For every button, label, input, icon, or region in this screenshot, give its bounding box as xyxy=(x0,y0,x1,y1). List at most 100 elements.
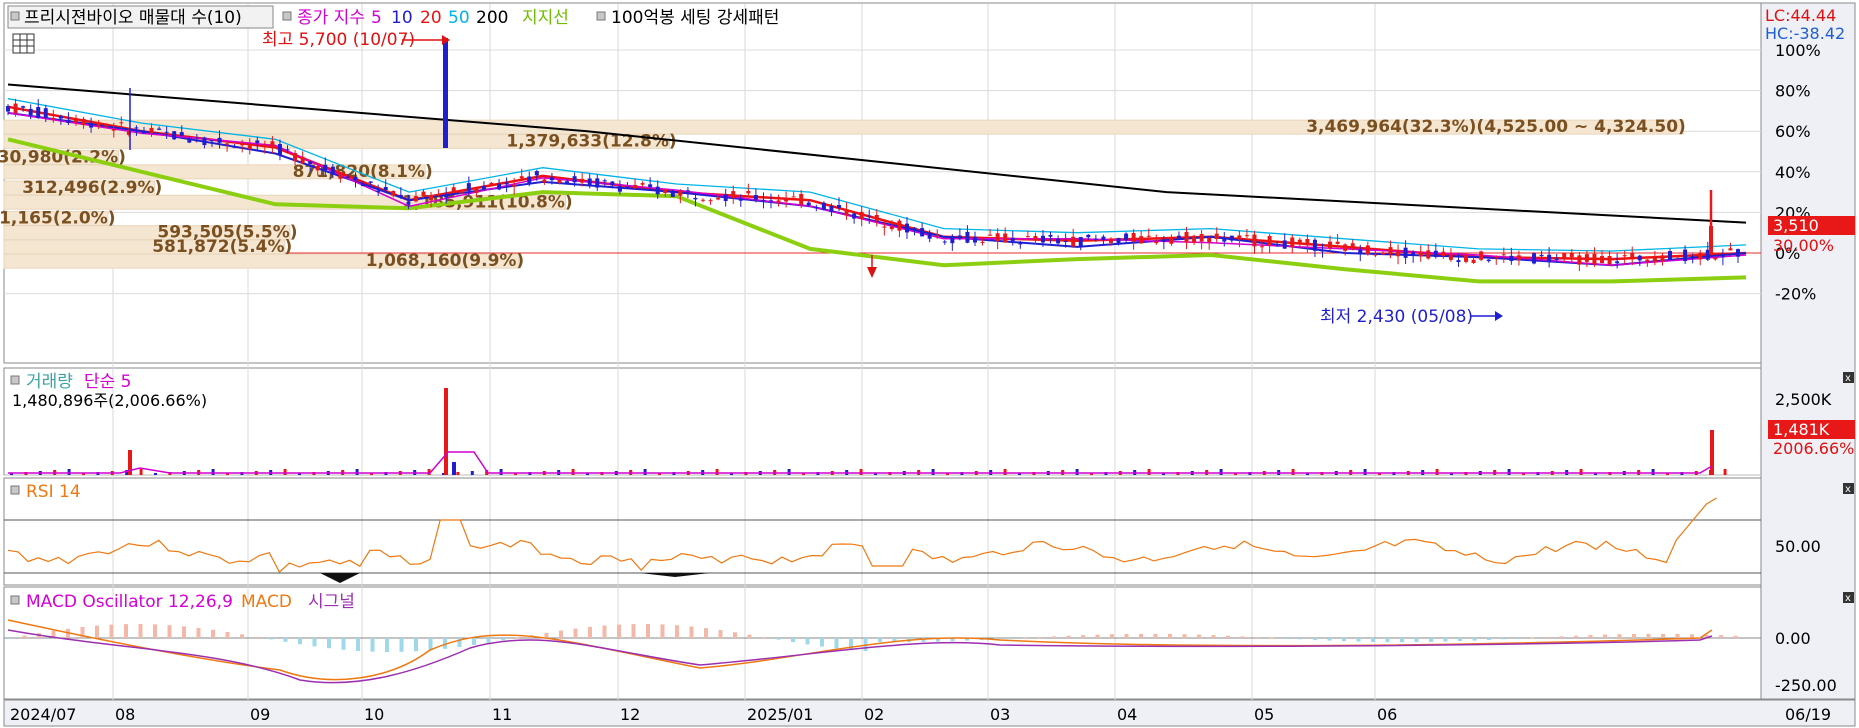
macd-histogram-bar xyxy=(1458,638,1462,642)
volume-close-icon[interactable]: x xyxy=(1843,372,1854,384)
macd-histogram-bar xyxy=(1371,638,1375,642)
candle-body xyxy=(904,223,909,233)
candle-body xyxy=(209,140,214,142)
candle-body xyxy=(1569,252,1574,258)
legend-pattern: 100억봉 세팅 강세패턴 xyxy=(611,8,779,28)
volume-profile-label: 211,165(2.0%) xyxy=(0,208,116,228)
date-tick-label: 2025/01 xyxy=(747,705,813,724)
candle-body xyxy=(1456,260,1461,263)
last-candle xyxy=(1709,226,1713,254)
macd-histogram-bar xyxy=(1545,637,1549,639)
volume-bar xyxy=(1219,469,1223,475)
macd-histogram-bar xyxy=(8,638,12,639)
candle-body xyxy=(1600,256,1605,264)
macd-histogram-bar xyxy=(588,626,592,638)
candle-body xyxy=(1622,255,1627,257)
candle-body xyxy=(217,137,222,143)
macd-histogram-bar xyxy=(1284,638,1288,639)
candle-body xyxy=(376,190,381,192)
candle-body xyxy=(1365,245,1370,255)
macd-histogram-bar xyxy=(1400,638,1404,643)
macd-histogram-bar xyxy=(834,638,839,649)
candle-body xyxy=(1320,249,1325,252)
volume-menu-icon[interactable] xyxy=(10,375,20,385)
macd-histogram-bar xyxy=(1298,638,1303,640)
candle-body xyxy=(1615,261,1620,264)
candle-body xyxy=(957,235,962,239)
candle-body xyxy=(1033,236,1038,240)
candle-body xyxy=(1229,235,1234,241)
rsi-close-icon[interactable]: x xyxy=(1843,483,1854,495)
high-candle xyxy=(443,38,448,148)
candle-body xyxy=(1328,241,1333,249)
rsi-menu-icon[interactable] xyxy=(10,485,20,495)
macd-histogram-bar xyxy=(1472,638,1477,641)
stock-title: 프리시젼바이오 매물대 수(10) xyxy=(24,8,242,28)
macd-close-icon[interactable]: x xyxy=(1843,592,1854,604)
candle-body xyxy=(1539,254,1544,257)
pattern-menu-icon[interactable] xyxy=(596,11,606,21)
macd-histogram-bar xyxy=(762,637,766,639)
date-tick-label: 2024/07 xyxy=(10,705,76,724)
volume-bar xyxy=(787,469,791,475)
macd-histogram-bar xyxy=(1501,638,1506,640)
candle-body xyxy=(451,187,456,193)
grid-table-icon[interactable] xyxy=(12,33,35,54)
candle-body xyxy=(655,186,660,195)
candle-body xyxy=(693,197,698,200)
candle-body xyxy=(81,118,86,126)
volume-bar xyxy=(139,469,143,475)
candle-body xyxy=(897,220,902,231)
stock-chart-window: 3,469,964(32.3%)(4,525.00 ~ 4,324.50) 1,3… xyxy=(0,0,1859,728)
panel-menu-icon[interactable] xyxy=(10,11,20,21)
candle-body xyxy=(1192,235,1197,243)
candle-body xyxy=(406,202,411,205)
macd-histogram-bar xyxy=(718,630,723,638)
macd-histogram-bar xyxy=(22,635,27,638)
volume-bar xyxy=(211,469,215,475)
macd-histogram-bar xyxy=(1559,636,1564,638)
indicator-menu-icon[interactable] xyxy=(282,11,292,21)
macd-histogram-bar xyxy=(1661,633,1665,638)
candle-body xyxy=(1728,248,1733,251)
candle-body xyxy=(731,191,736,199)
date-tick-label: 04 xyxy=(1117,705,1137,724)
candle-body xyxy=(1524,257,1529,259)
candle-body xyxy=(104,125,109,127)
macd-histogram-bar xyxy=(1255,637,1259,639)
last-price-value: 3,510 xyxy=(1773,216,1819,235)
price-tick-label: 100% xyxy=(1775,41,1821,60)
volume-tick-label: 2,500K xyxy=(1775,390,1832,409)
volume-bar xyxy=(67,469,71,475)
candle-body xyxy=(799,193,804,205)
candle-body xyxy=(640,183,645,185)
date-tick-label: 06/19 xyxy=(1785,705,1831,724)
volume-tag-pct: 2006.66% xyxy=(1773,439,1854,458)
date-tick-label: 02 xyxy=(864,705,884,724)
macd-histogram-bar xyxy=(269,638,273,640)
legend-ma10: 10 xyxy=(391,8,413,28)
macd-histogram-bar xyxy=(1516,638,1520,639)
legend-support: 지지선 xyxy=(522,8,569,28)
macd-menu-icon[interactable] xyxy=(10,595,20,605)
candle-body xyxy=(1297,239,1302,244)
volume-profile-label: 581,872(5.4%) xyxy=(152,237,292,257)
candle-body xyxy=(43,108,48,118)
volume-tag-value: 1,481K xyxy=(1773,420,1830,439)
candle-body xyxy=(980,241,985,243)
macd-histogram-bar xyxy=(1066,635,1071,638)
price-tick-label: -20% xyxy=(1775,285,1816,304)
volume-spike xyxy=(444,388,448,475)
chart-canvas: 3,469,964(32.3%)(4,525.00 ~ 4,324.50) 1,3… xyxy=(0,2,1856,727)
macd-histogram-bar xyxy=(211,629,215,638)
macd-tick-label: 0.00 xyxy=(1775,629,1811,648)
candle-body xyxy=(935,235,940,237)
candle-body xyxy=(912,227,917,230)
macd-tick-label: -250.00 xyxy=(1775,676,1837,695)
macd-histogram-bar xyxy=(559,630,563,638)
candle-body xyxy=(1176,235,1181,238)
macd-histogram-bar xyxy=(472,638,476,645)
macd-histogram-bar xyxy=(124,624,128,638)
candle-body xyxy=(1267,235,1272,246)
macd-histogram-bar xyxy=(1037,637,1042,639)
